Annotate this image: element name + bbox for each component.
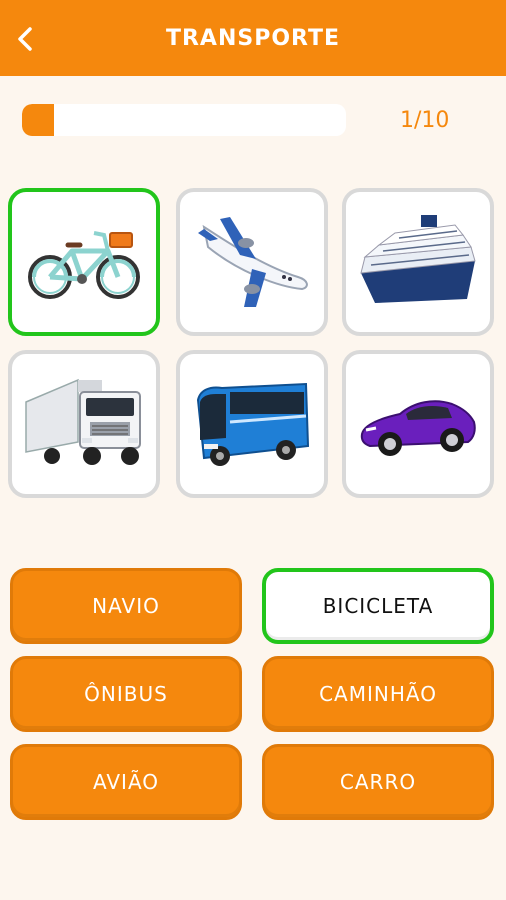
cruise-ship-image — [360, 215, 476, 303]
answer-label: NAVIO — [92, 594, 160, 618]
image-card-car[interactable] — [342, 350, 494, 498]
answer-aviao-button[interactable]: AVIÃO — [10, 744, 242, 820]
image-card-truck[interactable] — [8, 350, 160, 498]
truck-image — [25, 378, 141, 465]
image-card-cruise-ship[interactable] — [342, 188, 494, 336]
airplane-image — [198, 217, 308, 307]
answer-label: AVIÃO — [92, 770, 160, 794]
car-image — [360, 400, 476, 456]
page-title: TRANSPORTE — [165, 25, 341, 51]
chevron-left-icon — [18, 27, 32, 51]
answer-onibus-button[interactable]: ÔNIBUS — [10, 656, 242, 732]
answer-navio-button[interactable]: NAVIO — [10, 568, 242, 644]
answer-label: BICICLETA — [322, 594, 434, 618]
progress-fill — [22, 104, 55, 136]
progress-counter: 1/10 — [400, 108, 450, 133]
answer-caminhao-button[interactable]: CAMINHÃO — [262, 656, 494, 732]
progress-bar — [22, 104, 346, 136]
answer-label: ÔNIBUS — [84, 682, 168, 706]
image-card-bus[interactable] — [176, 350, 328, 498]
bicycle-image — [28, 231, 140, 299]
app-header: TRANSPORTE — [0, 0, 506, 76]
answer-carro-button[interactable]: CARRO — [262, 744, 494, 820]
back-button[interactable] — [10, 22, 40, 56]
answer-bicicleta-button[interactable]: BICICLETA — [262, 568, 494, 644]
answer-label: CARRO — [339, 770, 417, 794]
answer-label: CAMINHÃO — [319, 682, 437, 706]
image-card-bicycle[interactable] — [8, 188, 160, 336]
image-card-airplane[interactable] — [176, 188, 328, 336]
bus-image — [196, 382, 310, 466]
